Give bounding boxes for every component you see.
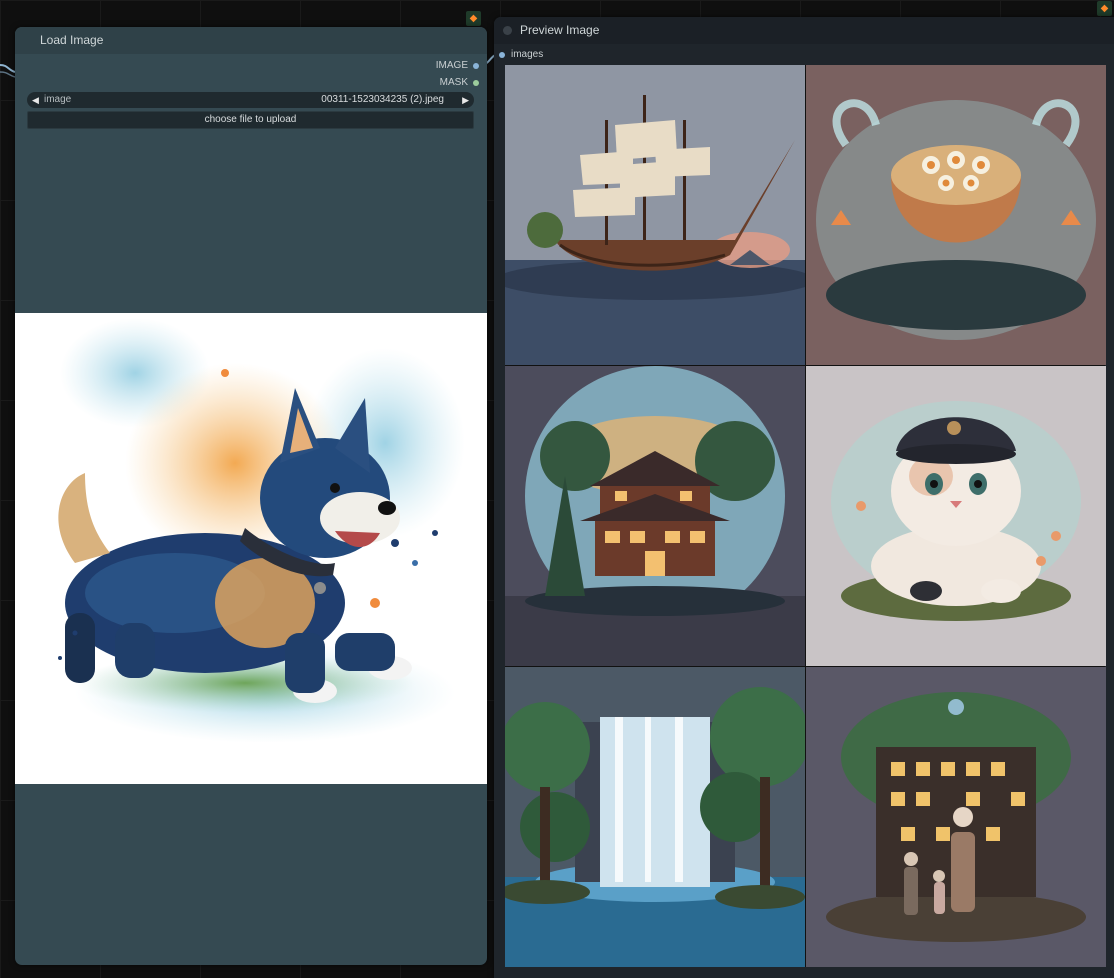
combo-label: image <box>44 94 72 105</box>
upload-button[interactable]: choose file to upload <box>27 111 474 129</box>
arrow-right-icon[interactable]: ▶ <box>462 92 469 108</box>
sailing-ship-image <box>505 65 805 365</box>
preview-image-cat-with-cap[interactable] <box>806 366 1106 666</box>
pagoda-house-image <box>505 366 805 666</box>
output-slot-mask[interactable]: MASK <box>440 77 479 88</box>
node-title: Preview Image <box>520 23 600 37</box>
load-image-node[interactable]: Load Image IMAGE MASK ◀ image 00311-1523… <box>15 27 487 965</box>
preview-image-grid <box>505 65 1106 967</box>
preview-image-node[interactable]: Preview Image images <box>494 17 1114 978</box>
ramen-bowl-image <box>806 65 1106 365</box>
collapse-dot-icon[interactable] <box>503 26 512 35</box>
input-dot-icon[interactable] <box>499 51 505 58</box>
node-graph-canvas[interactable]: ◆ ◆ Load Image IMAGE MASK ◀ image 00311-… <box>0 0 1114 978</box>
cat-with-cap-image <box>806 366 1106 666</box>
image-combo-widget[interactable]: ◀ image 00311-1523034235 (2).jpeg ▶ <box>27 92 474 108</box>
output-label: IMAGE <box>435 60 468 71</box>
preview-image-pagoda-house[interactable] <box>505 366 805 666</box>
preview-image-sailing-ship[interactable] <box>505 65 805 365</box>
watercolor-dog-image <box>58 318 465 743</box>
output-slot-image[interactable]: IMAGE <box>436 60 479 71</box>
combo-value[interactable]: 00311-1523034235 (2).jpeg <box>321 92 444 108</box>
input-label: images <box>511 49 544 60</box>
waterfall-image <box>505 667 805 967</box>
preview-image-treehouse-with-family[interactable] <box>806 667 1106 967</box>
loaded-image-preview <box>15 313 487 784</box>
output-dot-icon[interactable] <box>473 62 479 69</box>
input-slot-images[interactable]: images <box>499 49 543 60</box>
preview-image-ramen-bowl[interactable] <box>806 65 1106 365</box>
node-title[interactable]: Load Image <box>15 27 487 54</box>
preview-image-waterfall[interactable] <box>505 667 805 967</box>
fox-icon[interactable]: ◆ <box>466 11 481 26</box>
output-label: MASK <box>439 77 468 88</box>
arrow-left-icon[interactable]: ◀ <box>32 92 39 108</box>
fox-icon[interactable]: ◆ <box>1097 1 1112 16</box>
node-title-bar[interactable]: Preview Image <box>494 17 1114 44</box>
output-dot-icon[interactable] <box>473 79 479 86</box>
treehouse-with-family-image <box>806 667 1106 967</box>
